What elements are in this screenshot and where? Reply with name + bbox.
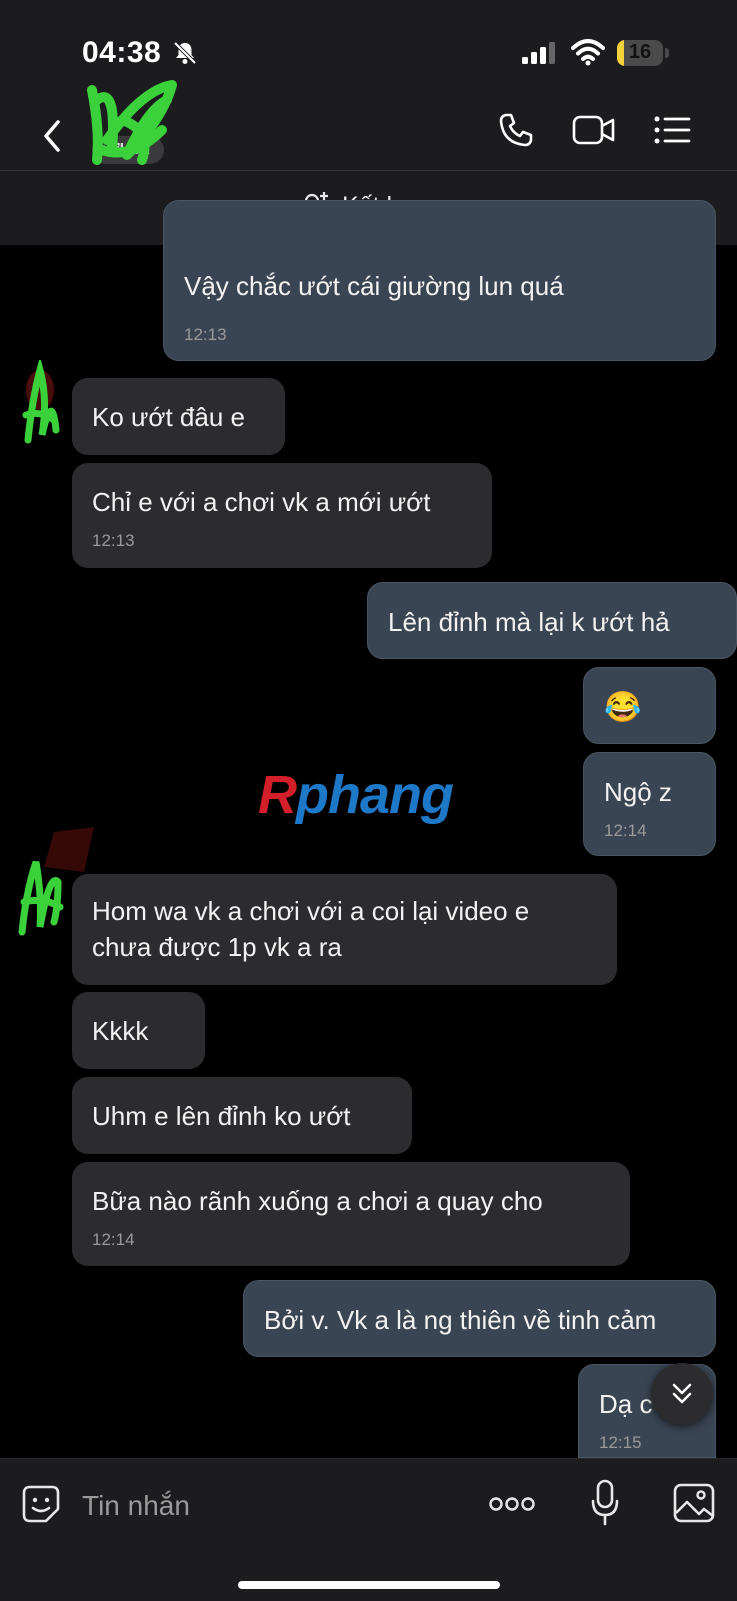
scroll-down-button[interactable]: [651, 1363, 713, 1425]
battery-icon: 16: [617, 40, 663, 66]
bell-slash-icon: [173, 41, 197, 65]
back-icon[interactable]: [38, 118, 68, 154]
menu-icon[interactable]: [653, 112, 691, 148]
message-time: 12:15: [599, 1433, 642, 1452]
mic-icon[interactable]: [590, 1479, 620, 1527]
message-bubble-out[interactable]: Bởi v. Vk a là ng thiên về tinh cảm: [243, 1280, 716, 1357]
message-text: Hom wa vk a chơi với a coi lại video e: [92, 896, 530, 926]
sender-avatar[interactable]: [18, 360, 68, 460]
message-bubble-out[interactable]: Ngộ z 12:14: [583, 752, 716, 856]
message-bubble-out[interactable]: Vậy chắc ướt cái giường lun quá 12:13: [163, 200, 716, 361]
phone-icon[interactable]: [498, 112, 534, 148]
message-input[interactable]: [80, 1483, 464, 1529]
watermark-logo: Rphang: [258, 765, 454, 825]
composer-bar: [0, 1458, 737, 1601]
avatar[interactable]: [82, 80, 182, 170]
wifi-icon: [571, 39, 605, 66]
message-emoji: 😂: [604, 691, 642, 724]
message-text: Dạ c: [599, 1389, 653, 1419]
message-bubble-in[interactable]: Chỉ e với a chơi vk a mới ướt 12:13: [72, 463, 492, 568]
message-text: Bữa nào rãnh xuống a chơi a quay cho: [92, 1186, 543, 1216]
image-icon[interactable]: [673, 1483, 715, 1523]
battery-percent: 16: [628, 41, 652, 63]
message-text: Vậy chắc ướt cái giường lun quá: [184, 271, 564, 301]
message-text: Lên đỉnh mà lại k ướt hả: [388, 607, 670, 637]
message-text: Kkkk: [92, 1016, 149, 1046]
message-bubble-in[interactable]: Ko ướt đâu e: [72, 378, 285, 455]
message-text: Ko ướt đâu e: [92, 402, 245, 432]
message-text: Ngộ z: [604, 777, 672, 807]
message-text: chưa được 1p vk a ra: [92, 932, 342, 962]
battery-tip: [665, 48, 669, 58]
message-time: 12:14: [92, 1230, 135, 1249]
message-time: 12:13: [184, 325, 227, 344]
message-time: 12:14: [604, 821, 647, 840]
message-bubble-out[interactable]: Lên đỉnh mà lại k ướt hả: [367, 582, 737, 659]
message-text: Chỉ e với a chơi vk a mới ướt: [92, 487, 431, 517]
message-text: Uhm e lên đỉnh ko ướt: [92, 1101, 351, 1131]
sticker-icon[interactable]: [20, 1483, 62, 1525]
message-text: Bởi v. Vk a là ng thiên về tinh cảm: [264, 1305, 657, 1335]
message-bubble-in[interactable]: Hom wa vk a chơi với a coi lại video e c…: [72, 874, 617, 985]
clock: 04:38: [82, 36, 162, 69]
more-icon[interactable]: [489, 1495, 535, 1513]
message-time: 12:13: [92, 531, 135, 550]
message-bubble-out[interactable]: 😂: [583, 667, 716, 744]
message-bubble-in[interactable]: Bữa nào rãnh xuống a chơi a quay cho 12:…: [72, 1162, 630, 1266]
message-bubble-in[interactable]: Uhm e lên đỉnh ko ướt: [72, 1077, 412, 1154]
video-icon[interactable]: [572, 112, 616, 148]
home-indicator: [238, 1581, 500, 1589]
scroll-down-icon: [672, 1383, 692, 1404]
signal-icon: [522, 42, 555, 64]
message-bubble-in[interactable]: Kkkk: [72, 992, 205, 1069]
